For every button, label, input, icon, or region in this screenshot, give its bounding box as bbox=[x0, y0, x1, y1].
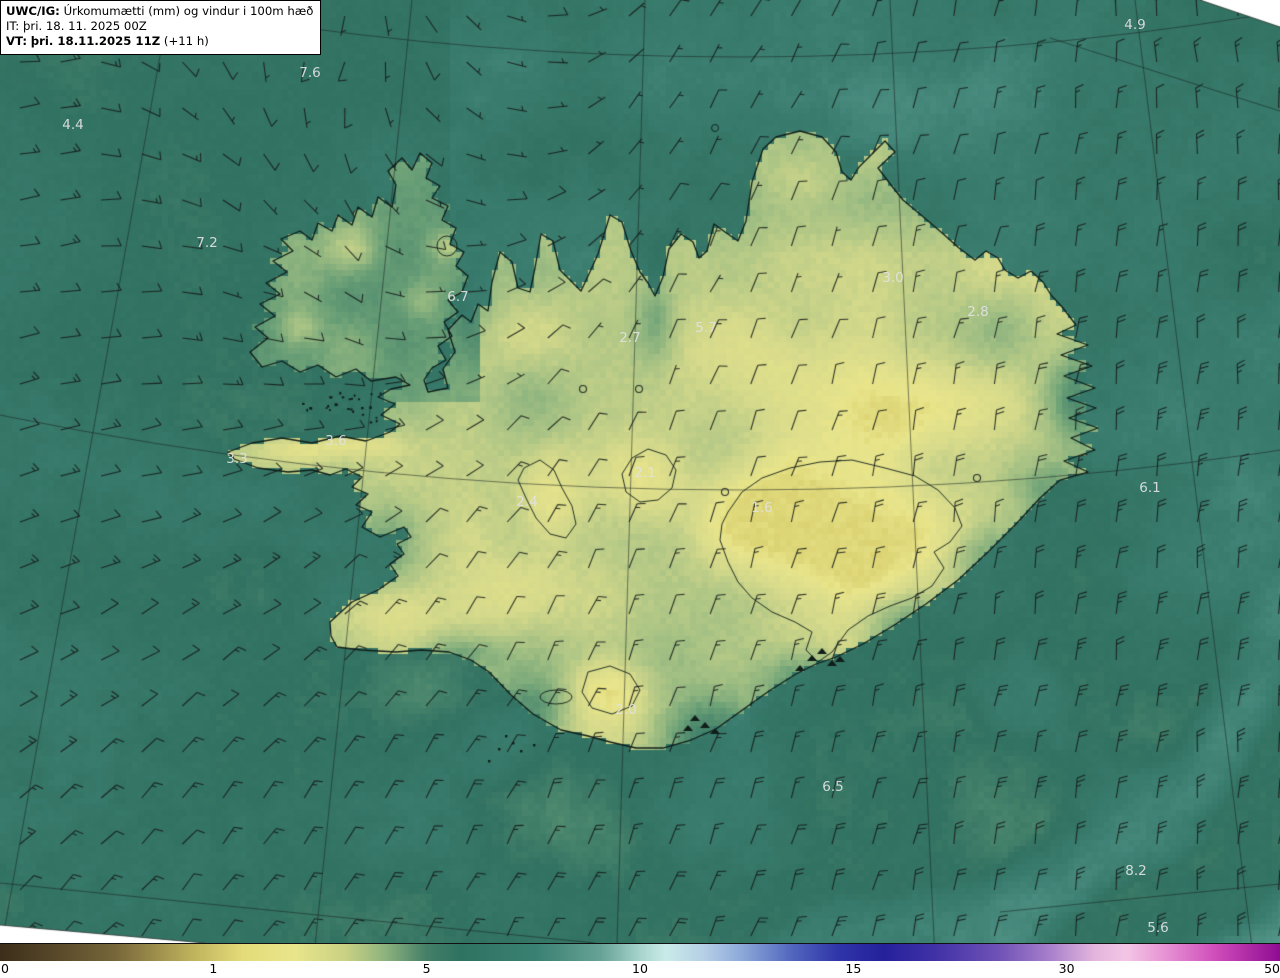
colorbar-tick-label: 0 bbox=[1, 961, 9, 976]
init-time: þri. 18. 11. 2025 00Z bbox=[23, 19, 147, 33]
title-line-init: IT: þri. 18. 11. 2025 00Z bbox=[6, 19, 313, 34]
colorbar-tick-label: 5 bbox=[423, 961, 431, 976]
colorbar-ticks: 01510153050 bbox=[0, 961, 1280, 978]
valid-label: VT: bbox=[6, 34, 27, 48]
title-box: UWC/IG: Úrkomumætti (mm) og vindur i 100… bbox=[0, 0, 321, 55]
weather-map-canvas bbox=[0, 0, 1280, 943]
valid-time: þri. 18.11.2025 11Z bbox=[31, 34, 160, 48]
colorbar: 01510153050 bbox=[0, 943, 1280, 978]
product-title: Úrkomumætti (mm) og vindur i 100m hæð bbox=[64, 4, 314, 18]
valid-offset: (+11 h) bbox=[164, 34, 209, 48]
colorbar-tick-label: 50 bbox=[1264, 961, 1280, 976]
init-label: IT: bbox=[6, 19, 19, 33]
colorbar-gradient bbox=[0, 943, 1280, 962]
product-label: UWC/IG: bbox=[6, 4, 60, 18]
colorbar-tick-label: 15 bbox=[845, 961, 861, 976]
colorbar-tick-label: 1 bbox=[209, 961, 217, 976]
weather-map-app: 4.47.64.97.26.72.75.73.02.83.63.32.42.11… bbox=[0, 0, 1280, 978]
colorbar-tick-label: 10 bbox=[632, 961, 648, 976]
title-line-valid: VT: þri. 18.11.2025 11Z (+11 h) bbox=[6, 34, 313, 49]
colorbar-tick-label: 30 bbox=[1059, 961, 1075, 976]
title-line-product: UWC/IG: Úrkomumætti (mm) og vindur i 100… bbox=[6, 4, 313, 19]
